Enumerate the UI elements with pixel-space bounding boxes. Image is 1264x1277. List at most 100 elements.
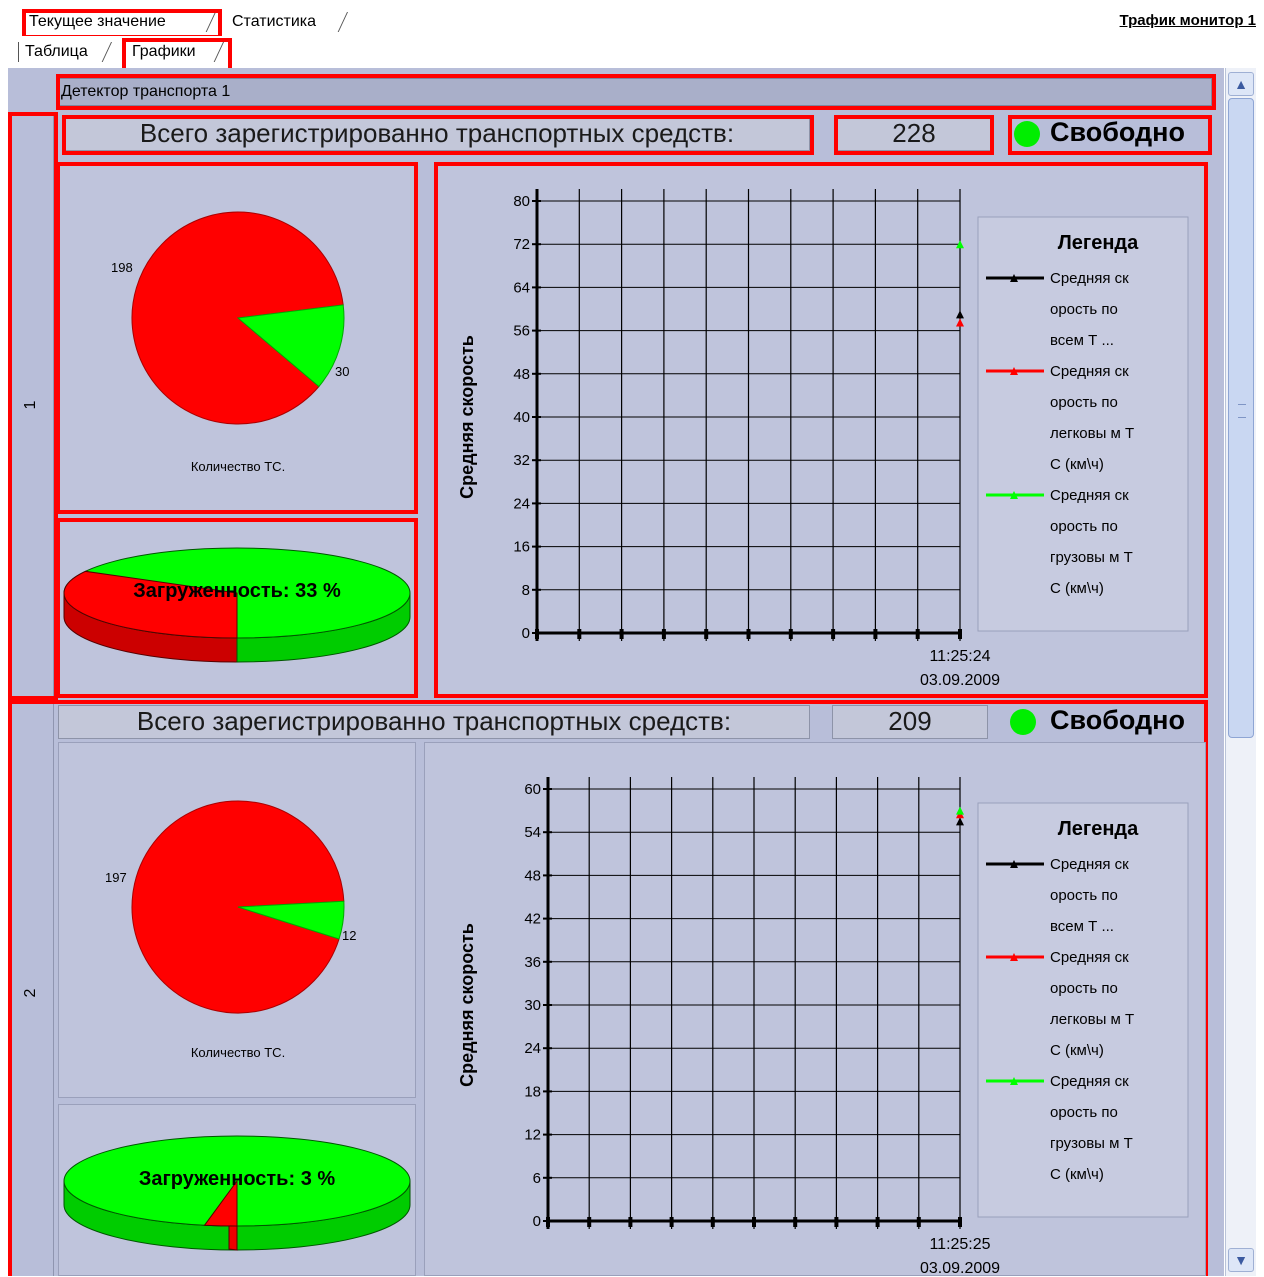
tab-table-label: Таблица: [25, 43, 88, 60]
row-2-total-value: 209: [832, 705, 988, 739]
x-tick-mark: [619, 629, 624, 639]
legend-entry-text: орость по: [1050, 394, 1118, 411]
x-tick-mark: [831, 629, 836, 639]
y-tick-label: 40: [513, 409, 530, 426]
x-tick-mark: [958, 1217, 962, 1227]
row-2-speed-chart: 60544842363024181260Средняя скорость11:2…: [457, 777, 1189, 1277]
tab-statistics[interactable]: Статистика: [226, 12, 350, 32]
legend-entry-text: Средняя ск: [1050, 363, 1129, 380]
row-1-number: 1: [22, 400, 39, 410]
legend-entry-text: легковы м Т: [1050, 1011, 1134, 1028]
legend-entry-text: всем Т ...: [1050, 332, 1114, 349]
vertical-scrollbar[interactable]: ▲ ▼: [1225, 68, 1256, 1276]
row-1-total-label: Всего зарегистрированно транспортных сре…: [64, 117, 810, 151]
y-tick-label: 80: [513, 193, 530, 210]
x-tick-mark: [873, 629, 878, 639]
row-1-strip[interactable]: 1: [8, 112, 54, 698]
legend-entry-text: грузовы м Т: [1050, 1135, 1133, 1152]
x-tick-mark: [669, 1217, 674, 1227]
legend-entry-text: всем Т ...: [1050, 918, 1114, 935]
series-point: [956, 806, 964, 815]
row-2-total-label: Всего зарегистрированно транспортных сре…: [58, 705, 810, 739]
legend-entry-text: Средняя ск: [1050, 856, 1129, 873]
tab-statistics-label: Статистика: [232, 13, 317, 30]
legend-title: Легенда: [1058, 232, 1139, 254]
x-tick-mark: [793, 1217, 798, 1227]
y-tick-label: 42: [524, 911, 541, 928]
legend-entry-text: С (км\ч): [1050, 1166, 1104, 1183]
y-tick-label: 72: [513, 236, 530, 253]
legend-entry-text: С (км\ч): [1050, 456, 1104, 473]
top-tab-bar: Текущее значение Статистика Трафик монит…: [0, 0, 1264, 37]
row-1-status: Свободно: [1050, 117, 1185, 147]
x-date-label: 03.09.2009: [920, 672, 1000, 689]
x-tick-mark: [875, 1217, 880, 1227]
legend-entry-text: Средняя ск: [1050, 1073, 1129, 1090]
tab-table[interactable]: Таблица: [18, 42, 114, 62]
window-title-link[interactable]: Трафик монитор 1: [1080, 12, 1256, 32]
y-tick-label: 64: [513, 279, 530, 296]
row-2-strip[interactable]: 2: [8, 700, 54, 1276]
x-tick-mark: [535, 629, 539, 639]
row-2-pie-chart: 197 12 Количество ТС.: [105, 800, 356, 1060]
tab-charts[interactable]: Графики: [126, 42, 226, 62]
row-2-pie-red-label: 197: [105, 870, 127, 885]
x-tick-mark: [916, 1217, 921, 1227]
row-1-load-disc: [63, 547, 411, 663]
y-tick-label: 24: [513, 495, 530, 512]
legend-entry-text: Средняя ск: [1050, 949, 1129, 966]
y-tick-label: 8: [522, 582, 530, 599]
tab-charts-label: Графики: [132, 43, 196, 60]
row-2-speed-chart-panel: 60 54 48 42 36 30 24 18 12 6 0 Средняя скорость 11:2…: [424, 742, 1206, 1277]
y-tick-label: 32: [513, 452, 530, 469]
row-2-load-label: Загруженность: 3 %: [139, 1168, 336, 1190]
legend-entry-text: Средняя ск: [1050, 487, 1129, 504]
x-tick-mark: [546, 1217, 550, 1227]
y-tick-label: 6: [533, 1170, 541, 1187]
row-1-pie-red-label: 198: [111, 260, 133, 275]
x-tick-mark: [704, 629, 709, 639]
row-1-load-chart: Загруженность: 33 %: [63, 547, 411, 663]
x-tick-mark: [752, 1217, 756, 1227]
legend-entry-text: орость по: [1050, 887, 1118, 904]
load-side-red: [228, 1224, 238, 1251]
row-1-status-indicator: [1014, 121, 1040, 147]
y-tick-label: 56: [513, 323, 530, 340]
tab-current-value[interactable]: Текущее значение: [22, 12, 218, 32]
y-tick-label: 0: [533, 1213, 541, 1230]
y-tick-label: 16: [513, 539, 530, 556]
detector-title: Детектор транспорта 1: [56, 78, 1212, 106]
y-tick-label: 30: [524, 997, 541, 1014]
y-tick-label: 18: [524, 1083, 541, 1100]
row-1-pie-chart: 198 30 Количество ТС.: [111, 211, 349, 474]
y-tick-label: 24: [524, 1040, 541, 1057]
legend-entry-text: орость по: [1050, 518, 1118, 535]
row-2-load-chart: Загруженность: 3 %: [63, 1135, 411, 1251]
row-2-pie-title: Количество ТС.: [191, 1045, 285, 1060]
series-point: [956, 318, 964, 327]
y-tick-label: 60: [524, 781, 541, 798]
scrollbar-thumb[interactable]: [1228, 98, 1254, 738]
x-tick-mark: [746, 629, 751, 639]
row-1-load-label: Загруженность: 33 %: [133, 580, 341, 602]
x-tick-mark: [628, 1217, 633, 1227]
row-2-load-disc: [63, 1135, 411, 1251]
sub-tab-bar: Таблица Графики: [0, 36, 1264, 68]
legend-entry-text: орость по: [1050, 980, 1118, 997]
scroll-down-icon[interactable]: ▼: [1228, 1248, 1254, 1272]
row-2-status-indicator: [1010, 709, 1036, 735]
legend-entry-text: грузовы м Т: [1050, 549, 1133, 566]
x-tick-mark: [577, 629, 582, 639]
x-tick-mark: [587, 1217, 592, 1227]
y-tick-label: 0: [522, 625, 530, 642]
row-2-number: 2: [22, 988, 39, 998]
legend-entry-text: легковы м Т: [1050, 425, 1134, 442]
row-1-pie-green-label: 30: [335, 364, 349, 379]
legend-title: Легенда: [1058, 818, 1139, 840]
scroll-up-icon[interactable]: ▲: [1228, 72, 1254, 96]
y-tick-label: 36: [524, 954, 541, 971]
row-2-pie-panel: 197 12 Количество ТС.: [58, 742, 416, 1098]
x-tick-label: 11:25:25: [929, 1236, 990, 1253]
x-tick-mark: [958, 629, 962, 639]
row-1-total-value: 228: [836, 117, 992, 151]
